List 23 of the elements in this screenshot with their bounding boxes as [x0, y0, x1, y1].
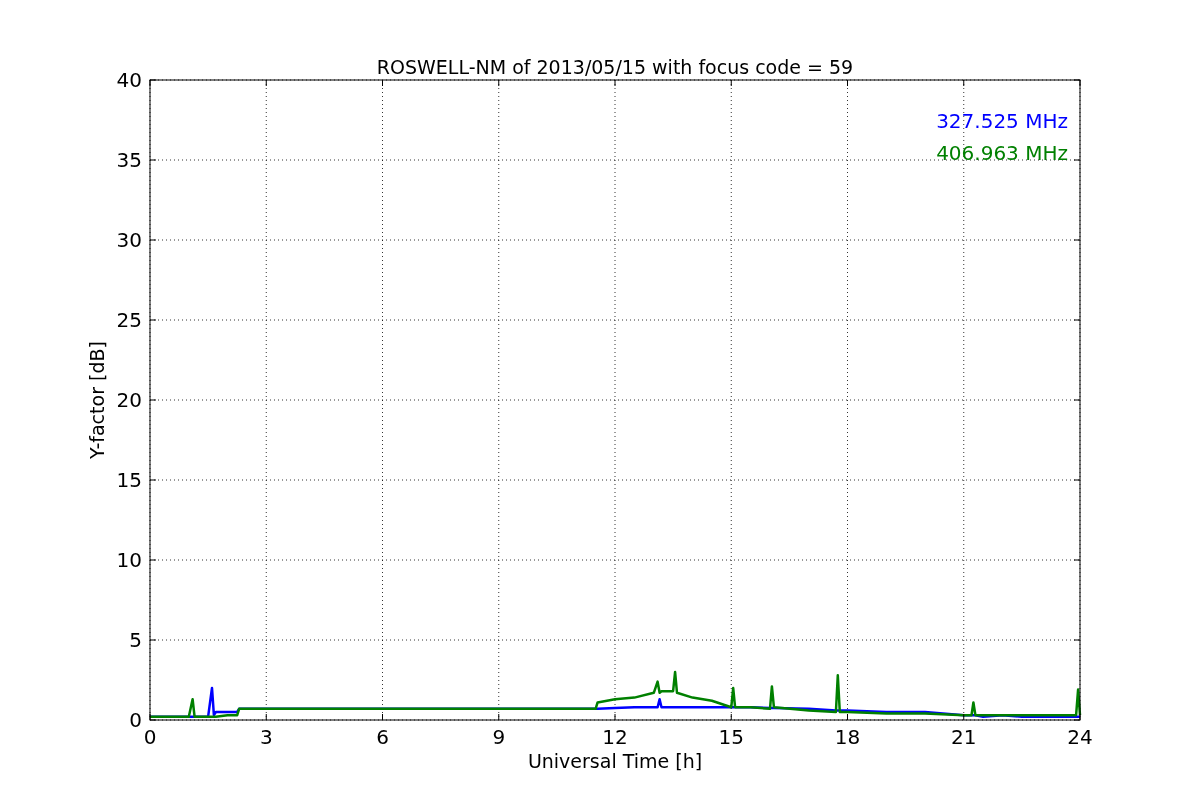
x-tick-label: 21 — [951, 725, 977, 749]
y-tick-label: 20 — [116, 388, 142, 412]
y-tick-label: 35 — [116, 148, 142, 172]
y-tick-label: 40 — [116, 68, 142, 92]
y-tick-label: 0 — [129, 708, 142, 732]
x-tick-label: 12 — [602, 725, 628, 749]
y-tick-label: 25 — [116, 308, 142, 332]
y-tick-label: 5 — [129, 628, 142, 652]
x-tick-label: 15 — [718, 725, 744, 749]
y-tick-label: 30 — [116, 228, 142, 252]
y-tick-label: 15 — [116, 468, 142, 492]
legend-label: 406.963 MHz — [936, 141, 1068, 165]
x-tick-label: 6 — [376, 725, 389, 749]
y-axis-label: Y-factor [dB] — [86, 341, 108, 459]
legend-label: 327.525 MHz — [936, 109, 1068, 133]
x-tick-label: 0 — [143, 725, 157, 749]
x-tick-label: 24 — [1067, 725, 1093, 749]
x-tick-label: 18 — [834, 725, 861, 749]
x-axis-label: Universal Time [h] — [527, 750, 703, 772]
x-tick-label: 9 — [492, 725, 506, 749]
x-tick-label: 3 — [259, 725, 273, 749]
y-tick-label: 10 — [116, 548, 142, 572]
chart-title: ROSWELL-NM of 2013/05/15 with focus code = 59 — [376, 56, 854, 78]
